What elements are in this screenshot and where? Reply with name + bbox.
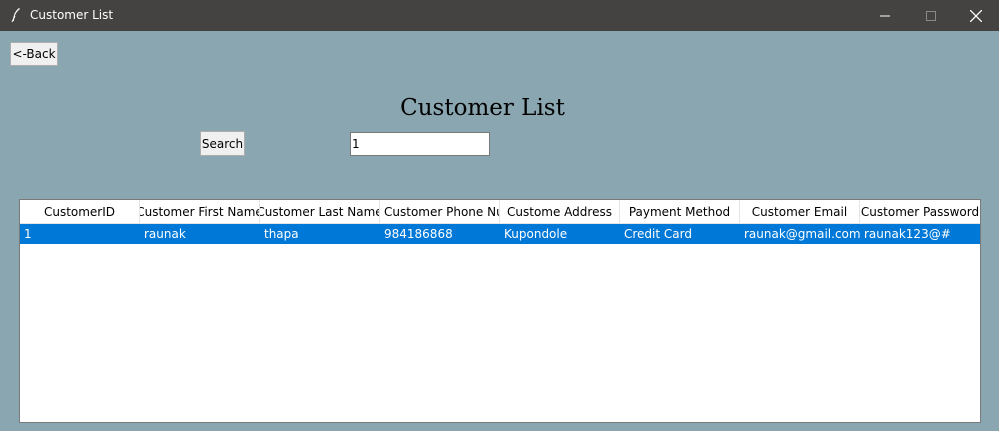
cell-address: Kupondole — [504, 227, 568, 241]
title-bar: Customer List — [0, 0, 999, 31]
column-header-first-name[interactable]: Customer First Name — [140, 200, 260, 223]
cell-payment-method: Credit Card — [624, 227, 692, 241]
cell-password: raunak123@# — [864, 227, 951, 241]
table-row[interactable]: 1 raunak thapa 984186868 Kupondole Credi… — [20, 224, 980, 244]
minimize-button[interactable] — [862, 0, 908, 31]
column-header-password[interactable]: Customer Password — [860, 200, 980, 223]
column-header-email[interactable]: Customer Email — [740, 200, 860, 223]
back-button[interactable]: <-Back — [10, 42, 58, 66]
search-button[interactable]: Search — [200, 131, 245, 156]
column-header-last-name[interactable]: Customer Last Name — [260, 200, 380, 223]
cell-email: raunak@gmail.com — [744, 227, 860, 241]
column-header-payment-method[interactable]: Payment Method — [620, 200, 740, 223]
close-button[interactable] — [953, 0, 999, 31]
maximize-icon — [926, 10, 936, 21]
page-title: Customer List — [400, 95, 565, 121]
column-header-address[interactable]: Custome Address — [500, 200, 620, 223]
cell-last-name: thapa — [264, 227, 299, 241]
feather-icon — [11, 8, 20, 23]
column-header-phone-number[interactable]: Customer Phone Number — [380, 200, 500, 223]
cell-first-name: raunak — [144, 227, 186, 241]
close-icon — [970, 9, 982, 22]
window-title: Customer List — [30, 8, 114, 22]
cell-customer-id: 1 — [24, 227, 32, 241]
maximize-button[interactable] — [908, 0, 954, 31]
cell-phone-number: 984186868 — [384, 227, 453, 241]
search-input[interactable] — [350, 132, 490, 156]
customer-table[interactable]: CustomerID Customer First Name Customer … — [19, 199, 981, 423]
column-header-customer-id[interactable]: CustomerID — [20, 200, 140, 223]
table-header: CustomerID Customer First Name Customer … — [20, 200, 980, 224]
minimize-icon — [880, 15, 890, 16]
